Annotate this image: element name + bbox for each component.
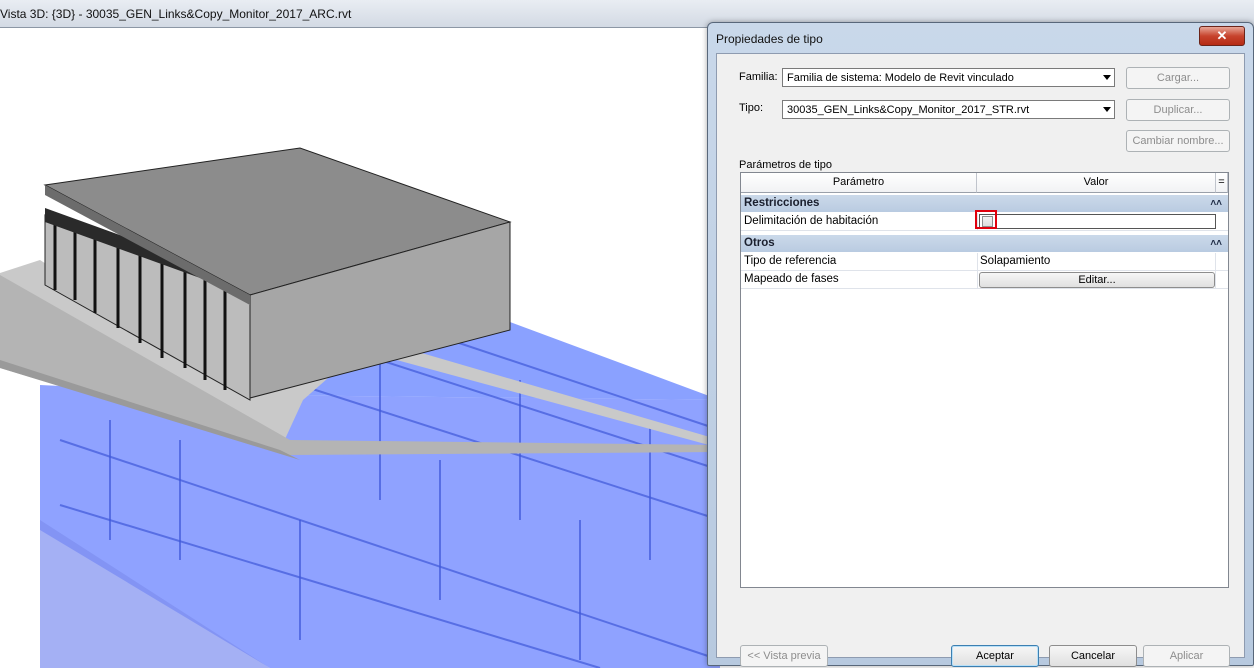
table-row: Tipo de referencia Solapamiento	[741, 253, 1228, 271]
ok-button[interactable]: Aceptar	[951, 645, 1039, 667]
table-row: Mapeado de fases Editar...	[741, 271, 1228, 289]
column-header-formula[interactable]: =	[1216, 173, 1228, 193]
column-header-parameter[interactable]: Parámetro	[741, 173, 977, 193]
highlight-box	[975, 210, 997, 229]
group-header-otros[interactable]: Otros ˄˄	[741, 235, 1228, 252]
type-properties-dialog: Propiedades de tipo ✕ Familia: Familia d…	[707, 22, 1254, 667]
close-button[interactable]: ✕	[1199, 26, 1245, 46]
parameter-name: Mapeado de fases	[744, 273, 839, 285]
group-title: Otros	[744, 237, 775, 249]
rename-button[interactable]: Cambiar nombre...	[1126, 130, 1230, 152]
edit-phase-mapping-button[interactable]: Editar...	[979, 272, 1215, 288]
view-title: Vista 3D: {3D} - 30035_GEN_Links&Copy_Mo…	[0, 7, 352, 21]
type-parameters-grid: Parámetro Valor = Restricciones ˄˄ Delim…	[740, 172, 1229, 588]
double-chevron-up-icon: ˄˄	[1210, 198, 1222, 209]
cancel-button[interactable]: Cancelar	[1049, 645, 1137, 667]
table-row: Delimitación de habitación	[741, 210, 1228, 231]
parameter-name: Tipo de referencia	[744, 255, 837, 267]
chevron-down-icon	[1103, 107, 1111, 112]
column-header-value[interactable]: Valor	[977, 173, 1216, 193]
type-parameters-label: Parámetros de tipo	[739, 159, 832, 171]
group-title: Restricciones	[744, 197, 820, 209]
type-label: Tipo:	[739, 102, 764, 114]
load-button[interactable]: Cargar...	[1126, 67, 1230, 89]
apply-button[interactable]: Aplicar	[1143, 645, 1230, 667]
parameter-name: Delimitación de habitación	[744, 215, 879, 227]
family-select-value: Familia de sistema: Modelo de Revit vinc…	[787, 72, 1014, 84]
chevron-down-icon	[1103, 75, 1111, 80]
double-chevron-up-icon: ˄˄	[1210, 238, 1222, 249]
family-select[interactable]: Familia de sistema: Modelo de Revit vinc…	[782, 68, 1115, 87]
preview-button[interactable]: << Vista previa	[740, 645, 828, 667]
type-select-value: 30035_GEN_Links&Copy_Monitor_2017_STR.rv…	[787, 104, 1030, 116]
parameter-value[interactable]: Solapamiento	[980, 255, 1050, 267]
duplicate-button[interactable]: Duplicar...	[1126, 99, 1230, 121]
type-select[interactable]: 30035_GEN_Links&Copy_Monitor_2017_STR.rv…	[782, 100, 1115, 119]
dialog-body: Familia: Familia de sistema: Modelo de R…	[716, 53, 1245, 667]
family-label: Familia:	[739, 71, 778, 83]
value-editor-box	[979, 214, 1216, 229]
dialog-title: Propiedades de tipo	[716, 32, 823, 46]
